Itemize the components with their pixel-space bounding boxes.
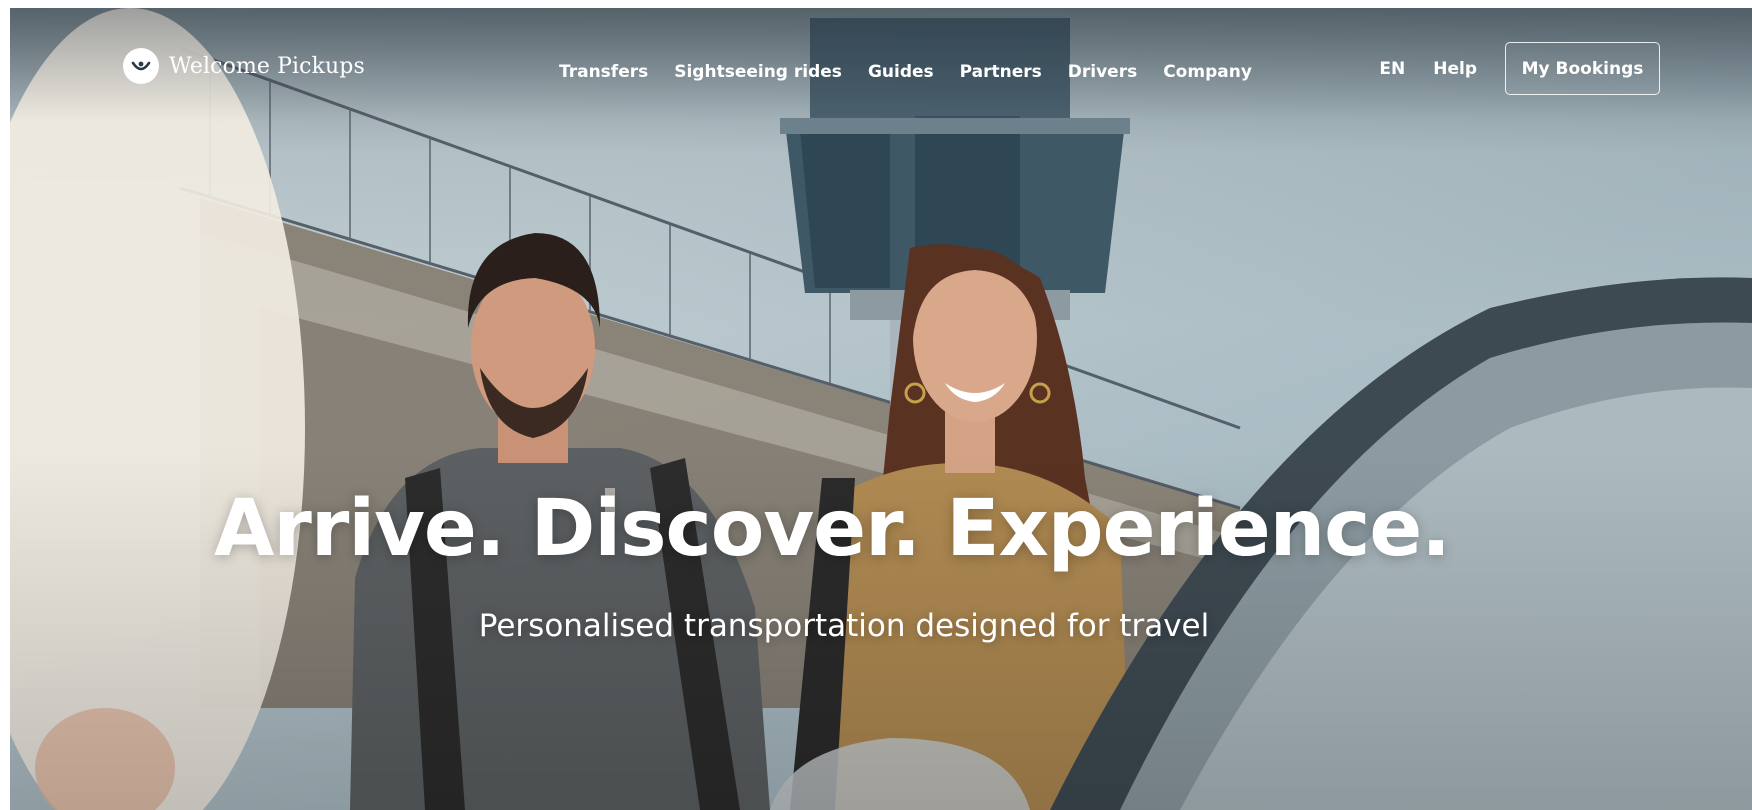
language-selector[interactable]: EN [1379, 59, 1405, 79]
header-actions: EN Help My Bookings [1379, 42, 1660, 95]
nav-partners[interactable]: Partners [960, 62, 1042, 82]
brand-name: Welcome Pickups [169, 53, 365, 79]
browser-viewport: Welcome Pickups Transfers Sightseeing ri… [10, 8, 1752, 810]
welcome-pickups-logo-icon [123, 48, 159, 84]
site-header: Welcome Pickups Transfers Sightseeing ri… [10, 8, 1752, 112]
nav-company[interactable]: Company [1163, 62, 1252, 82]
brand-link[interactable]: Welcome Pickups [123, 48, 365, 84]
main-nav: Transfers Sightseeing rides Guides Partn… [559, 62, 1278, 82]
help-link[interactable]: Help [1433, 59, 1477, 79]
my-bookings-button[interactable]: My Bookings [1505, 42, 1660, 95]
nav-sightseeing-rides[interactable]: Sightseeing rides [674, 62, 842, 82]
hero-overlay [10, 8, 1752, 810]
hero-title: Arrive. Discover. Experience. [214, 484, 1451, 574]
nav-drivers[interactable]: Drivers [1068, 62, 1137, 82]
hero-subtitle: Personalised transportation designed for… [478, 608, 1210, 644]
nav-transfers[interactable]: Transfers [559, 62, 648, 82]
nav-guides[interactable]: Guides [868, 62, 934, 82]
